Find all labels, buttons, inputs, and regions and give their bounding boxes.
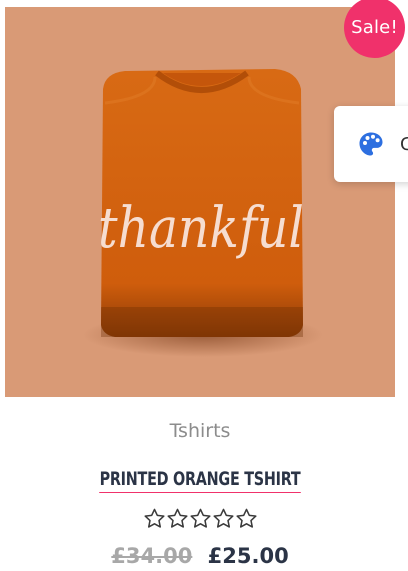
star-rating <box>0 507 400 530</box>
star-outline-icon <box>189 508 211 528</box>
product-title-link[interactable]: PRINTED ORANGE TSHIRT <box>99 468 301 493</box>
sale-badge: Sale! <box>344 0 405 58</box>
widget-label: C <box>400 133 408 155</box>
product-card: thankful Sale! C Tshirts PRINTED ORANGE … <box>0 0 408 571</box>
star-outline-icon <box>143 508 165 528</box>
product-price: £34.00 £25.00 <box>0 544 400 568</box>
palette-icon <box>359 132 383 156</box>
old-price: £34.00 <box>111 544 193 568</box>
color-switcher-widget[interactable]: C <box>334 106 408 182</box>
folded-tshirt-image: thankful <box>83 69 323 357</box>
sale-price: £25.00 <box>207 544 289 568</box>
product-category[interactable]: Tshirts <box>0 420 400 442</box>
star-outline-icon <box>235 508 257 528</box>
product-image[interactable]: thankful <box>5 7 395 397</box>
product-title[interactable]: PRINTED ORANGE TSHIRT <box>32 468 368 493</box>
star-outline-icon <box>166 508 188 528</box>
shirt-print-text: thankful <box>98 196 304 261</box>
star-outline-icon <box>212 508 234 528</box>
